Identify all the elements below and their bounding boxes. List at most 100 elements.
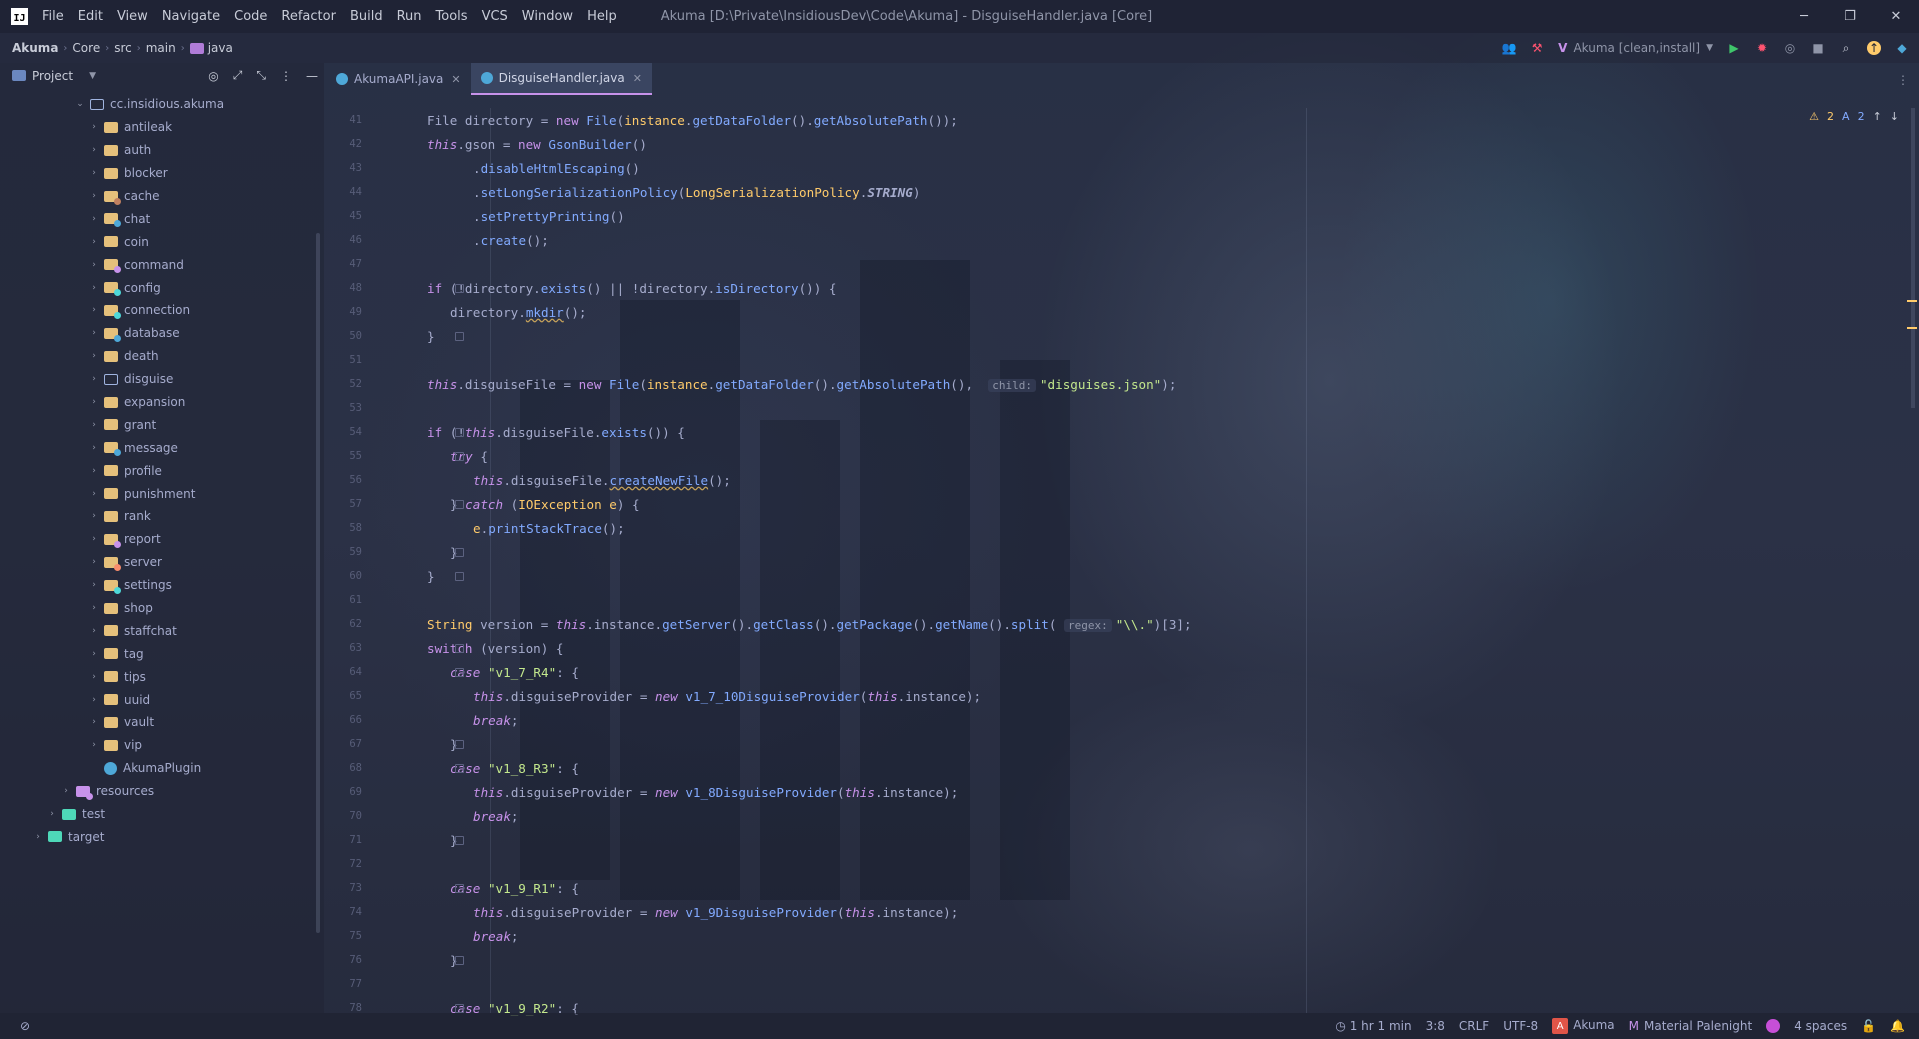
stop-icon[interactable]: ■ [1811, 41, 1825, 55]
code-line[interactable]: 46 .create(); [326, 228, 1886, 252]
code-line[interactable]: 47 [326, 252, 1886, 276]
chevron-right-icon[interactable]: › [88, 351, 100, 361]
toggle-tool-windows-icon[interactable]: ⊘ [20, 1019, 30, 1033]
code-line[interactable]: 42 this.gson = new GsonBuilder() [326, 132, 1886, 156]
code-line[interactable]: 65 this.disguiseProvider = new v1_7_10Dis… [326, 684, 1886, 708]
code-line[interactable]: 64 case "v1_7_R4": { [326, 660, 1886, 684]
breadcrumb-item-java[interactable]: java [208, 41, 233, 55]
warning-marker[interactable] [1907, 327, 1917, 329]
time-tracker[interactable]: ◷ 1 hr 1 min [1335, 1019, 1411, 1033]
fold-marker-icon[interactable] [455, 547, 464, 557]
tree-item-profile[interactable]: › profile [0, 459, 324, 482]
chevron-down-icon[interactable]: ▼ [89, 71, 96, 81]
menu-build[interactable]: Build [350, 9, 383, 24]
next-highlight-icon[interactable]: ↓ [1890, 110, 1899, 123]
warning-marker[interactable] [1907, 300, 1917, 302]
indent-setting[interactable]: 4 spaces [1794, 1019, 1847, 1033]
tree-item-antileak[interactable]: › antileak [0, 116, 324, 139]
caret-position[interactable]: 3:8 [1426, 1019, 1445, 1033]
chevron-right-icon[interactable]: › [88, 283, 100, 293]
chevron-right-icon[interactable]: › [88, 740, 100, 750]
fold-marker-icon[interactable] [455, 499, 464, 509]
code-line[interactable]: 51 [326, 348, 1886, 372]
tree-item-database[interactable]: › database [0, 322, 324, 345]
code-line[interactable]: 60} [326, 564, 1886, 588]
close-tab-icon[interactable]: ✕ [451, 73, 460, 86]
build-hammer-icon[interactable]: ⚒ [1530, 41, 1544, 55]
chevron-right-icon[interactable]: › [88, 511, 100, 521]
menu-navigate[interactable]: Navigate [162, 9, 220, 24]
tree-item-vip[interactable]: › vip [0, 734, 324, 757]
chevron-right-icon[interactable]: › [88, 466, 100, 476]
breadcrumb-item-akuma[interactable]: Akuma [12, 41, 58, 55]
tree-item-punishment[interactable]: › punishment [0, 482, 324, 505]
code-line[interactable]: 55 try { [326, 444, 1886, 468]
tree-item-death[interactable]: › death [0, 345, 324, 368]
locate-target-icon[interactable]: ◎ [208, 69, 218, 83]
code-line[interactable]: 72 [326, 852, 1886, 876]
fold-marker-icon[interactable] [455, 835, 464, 845]
restore-icon[interactable]: ❐ [1827, 0, 1873, 33]
tree-item-config[interactable]: › config [0, 276, 324, 299]
tree-item-shop[interactable]: › shop [0, 597, 324, 620]
notifications-icon[interactable]: 🔔 [1890, 1019, 1905, 1033]
debug-icon[interactable]: ✹ [1755, 41, 1769, 55]
code-line[interactable]: 58 e.printStackTrace(); [326, 516, 1886, 540]
code-line[interactable]: 52 this.disguiseFile = new File(instance.… [326, 372, 1886, 396]
chevron-right-icon[interactable]: › [88, 717, 100, 727]
fold-marker-icon[interactable] [455, 667, 464, 677]
code-line[interactable]: 57} catch (IOException e) { [326, 492, 1886, 516]
tree-item-tag[interactable]: › tag [0, 642, 324, 665]
menu-refactor[interactable]: Refactor [281, 9, 336, 24]
tree-item-report[interactable]: › report [0, 528, 324, 551]
update-icon[interactable]: ↑ [1867, 41, 1881, 55]
code-line[interactable]: 54 if (!this.disguiseFile.exists()) { [326, 420, 1886, 444]
menu-vcs[interactable]: VCS [482, 9, 508, 24]
coverage-icon[interactable]: ◎ [1783, 41, 1797, 55]
chevron-right-icon[interactable]: › [32, 832, 44, 842]
code-line[interactable]: 76} [326, 948, 1886, 972]
code-line[interactable]: 67} [326, 732, 1886, 756]
tree-item-disguise[interactable]: › disguise [0, 368, 324, 391]
line-separator[interactable]: CRLF [1459, 1019, 1489, 1033]
code-line[interactable]: 53 [326, 396, 1886, 420]
menu-window[interactable]: Window [522, 9, 573, 24]
tree-item-resources[interactable]: › resources [0, 780, 324, 803]
search-icon[interactable]: ⌕ [1839, 41, 1853, 55]
code-line[interactable]: 56 this.disguiseFile.createNewFile(); [326, 468, 1886, 492]
menu-file[interactable]: File [42, 9, 64, 24]
chevron-right-icon[interactable]: › [88, 580, 100, 590]
fold-marker-icon[interactable] [455, 283, 464, 293]
tree-item-coin[interactable]: › coin [0, 230, 324, 253]
code-line[interactable]: 41 File directory = new File(instance.get… [326, 108, 1886, 132]
code-line[interactable]: 73 case "v1_9_R1": { [326, 876, 1886, 900]
chevron-right-icon[interactable]: › [88, 443, 100, 453]
code-line[interactable]: 45 .setPrettyPrinting() [326, 204, 1886, 228]
menu-edit[interactable]: Edit [78, 9, 103, 24]
menu-tools[interactable]: Tools [436, 9, 468, 24]
tree-item-grant[interactable]: › grant [0, 413, 324, 436]
project-scrollbar[interactable] [316, 233, 320, 933]
file-encoding[interactable]: UTF-8 [1503, 1019, 1538, 1033]
menu-run[interactable]: Run [397, 9, 422, 24]
chevron-right-icon[interactable]: › [88, 122, 100, 132]
tree-item-rank[interactable]: › rank [0, 505, 324, 528]
code-line[interactable]: 71} [326, 828, 1886, 852]
plugin-icon[interactable]: ◆ [1895, 41, 1909, 55]
code-line[interactable]: 48 if (!directory.exists() || !directory.… [326, 276, 1886, 300]
tree-item-connection[interactable]: › connection [0, 299, 324, 322]
tree-item-cc-insidious-akuma[interactable]: ⌄ cc.insidious.akuma [0, 93, 324, 116]
close-icon[interactable]: ✕ [1873, 0, 1919, 33]
code-line[interactable]: 62 String version = this.instance.getServ… [326, 612, 1886, 636]
fold-marker-icon[interactable] [455, 451, 464, 461]
chevron-right-icon[interactable]: › [88, 603, 100, 613]
breadcrumb-item-core[interactable]: Core [72, 41, 100, 55]
fold-marker-icon[interactable] [455, 1003, 464, 1013]
chevron-right-icon[interactable]: › [88, 626, 100, 636]
tree-item-auth[interactable]: › auth [0, 139, 324, 162]
code-line[interactable]: 69 this.disguiseProvider = new v1_8Disgui… [326, 780, 1886, 804]
chevron-right-icon[interactable]: › [60, 786, 72, 796]
chevron-right-icon[interactable]: › [88, 649, 100, 659]
menu-view[interactable]: View [117, 9, 148, 24]
code-line[interactable]: 59} [326, 540, 1886, 564]
